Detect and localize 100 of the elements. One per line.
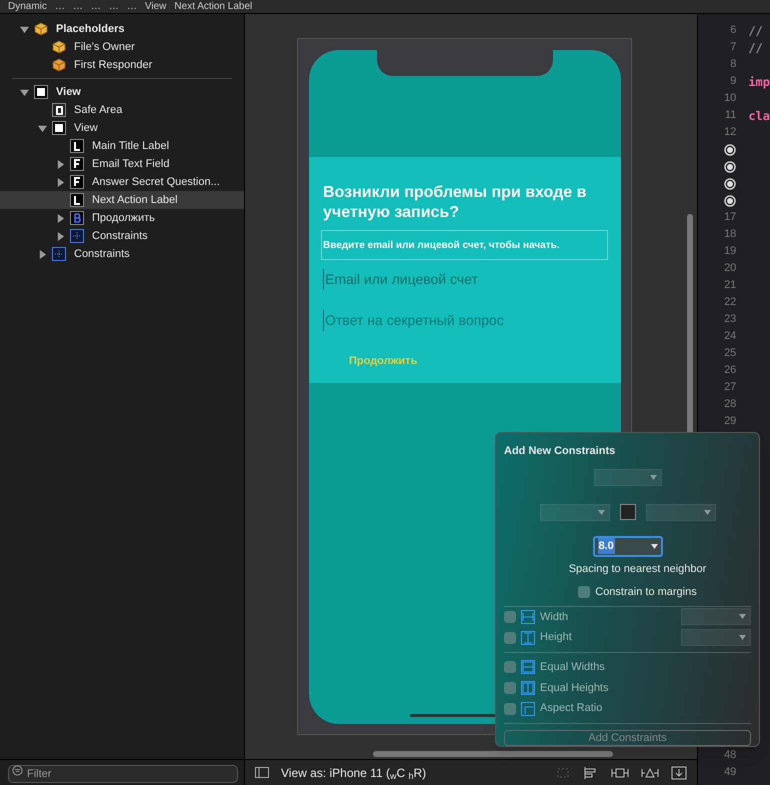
sidebar-toggle-icon[interactable] <box>255 767 269 778</box>
outline-item[interactable]: Next Action Label <box>0 191 244 209</box>
button-element-icon <box>70 211 84 225</box>
line-number: 19 <box>724 244 736 260</box>
disclosure-down-icon[interactable] <box>38 124 46 132</box>
line-number: 18 <box>724 227 736 242</box>
breadcrumb-item[interactable]: View <box>144 0 166 14</box>
code-text: imp <box>748 74 770 90</box>
filter-field[interactable]: Filter <box>8 764 238 782</box>
outline-item[interactable]: View <box>0 119 244 137</box>
add-constraints-icon[interactable] <box>611 766 630 780</box>
checkbox-label: Height <box>540 630 572 646</box>
constraint-type-icon <box>521 702 535 716</box>
outline-item[interactable]: Answer Secret Question... <box>0 173 244 191</box>
cube-icon <box>52 40 66 54</box>
constraints-icon <box>70 229 84 243</box>
disclosure-down-icon[interactable] <box>20 24 28 34</box>
breadcrumb-item[interactable]: … <box>108 0 119 14</box>
checkbox-label: Equal Heights <box>540 680 608 696</box>
connection-dot-icon[interactable] <box>724 178 736 190</box>
checkbox-label: Aspect Ratio <box>540 701 602 716</box>
outline-item[interactable]: View <box>0 83 244 101</box>
checkbox-label: Equal Widths <box>540 660 605 675</box>
outline-item[interactable]: Email Text Field <box>0 155 244 173</box>
line-number: 49 <box>724 765 736 780</box>
checkbox[interactable] <box>578 586 590 598</box>
selected-label: Введите email или лицевой счет, чтобы начать. <box>322 231 607 259</box>
outline-item[interactable]: Продолжить <box>0 209 244 227</box>
outline-item[interactable]: First Responder <box>0 56 244 74</box>
outline-item[interactable]: Constraints <box>0 227 244 245</box>
line-number: 28 <box>724 397 736 412</box>
outline-item[interactable]: Placeholders <box>0 20 244 38</box>
line-number: 11 <box>724 108 736 124</box>
constraint-type-icon <box>521 680 535 695</box>
line-number: 6 <box>730 23 736 38</box>
answer-field[interactable]: Ответ на секретный вопрос <box>323 310 607 331</box>
title-label: Возникли проблемы при входе в учетную запись? <box>323 183 588 223</box>
constraint-center-square <box>620 504 636 520</box>
caret-icon <box>739 614 746 620</box>
caret-icon <box>650 474 656 480</box>
filter-icon <box>12 764 23 776</box>
constraint-type-icon <box>521 630 535 645</box>
cube-icon <box>34 22 48 36</box>
checkbox-label: Constrain to margins <box>595 585 697 600</box>
safe-area-icon <box>52 103 66 117</box>
spacing-field[interactable]: 8.0 <box>592 536 662 556</box>
code-text: // <box>748 40 763 56</box>
breadcrumb-item[interactable]: Dynamic <box>8 0 47 14</box>
checkbox[interactable] <box>504 661 516 674</box>
caret-icon <box>739 635 746 640</box>
connection-dot-icon[interactable] <box>724 194 736 206</box>
line-number: 20 <box>724 261 736 276</box>
connection-dot-icon[interactable] <box>724 144 736 156</box>
breadcrumb-item[interactable]: … <box>54 0 65 14</box>
cube-icon <box>52 58 66 72</box>
element-icon <box>70 157 84 171</box>
disclosure-down-icon[interactable] <box>20 88 28 96</box>
checkbox[interactable] <box>504 610 516 623</box>
outline-item[interactable]: Constraints <box>0 245 244 263</box>
line-number: 9 <box>730 74 736 90</box>
caret-icon <box>650 544 658 548</box>
outline-item[interactable]: Main Title Label <box>0 137 244 155</box>
breadcrumb-item[interactable]: … <box>90 0 101 14</box>
outline-item[interactable]: Safe Area <box>0 101 244 119</box>
constraints-icon <box>52 247 66 261</box>
line-number: 27 <box>724 380 736 396</box>
element-icon <box>70 139 84 153</box>
breadcrumb-item[interactable]: … <box>72 0 83 14</box>
spacing-caption: Spacing to nearest neighbor <box>568 562 706 576</box>
constraint-type-icon <box>521 610 535 624</box>
line-number: 10 <box>724 91 736 106</box>
line-number: 29 <box>724 414 736 430</box>
checkbox-label: Width <box>540 610 568 625</box>
outline-item[interactable]: File's Owner <box>0 38 244 56</box>
constraint-type-icon <box>521 660 535 674</box>
view-icon <box>52 121 66 135</box>
caret-icon <box>704 510 710 514</box>
email-field[interactable]: Email или лицевой счет <box>323 269 607 290</box>
line-number: 7 <box>730 40 736 56</box>
line-number: 48 <box>724 748 736 764</box>
checkbox[interactable] <box>504 702 516 715</box>
breadcrumb-item[interactable]: … <box>126 0 137 14</box>
line-number: 26 <box>724 363 736 378</box>
element-icon <box>70 175 84 189</box>
view-icon <box>34 85 48 99</box>
connection-dot-icon[interactable] <box>724 160 736 172</box>
line-number: 24 <box>724 329 736 344</box>
line-number: 23 <box>724 312 736 328</box>
checkbox[interactable] <box>504 632 516 644</box>
resolve-issues-icon[interactable] <box>641 766 660 780</box>
line-number: 12 <box>724 125 736 140</box>
line-number: 25 <box>724 346 736 362</box>
breadcrumb-item[interactable]: Next Action Label <box>174 0 252 14</box>
popover-title: Add New Constraints <box>504 444 616 459</box>
caret-icon <box>598 510 604 514</box>
line-number: 22 <box>724 295 736 310</box>
code-text: cla <box>748 108 770 124</box>
checkbox[interactable] <box>504 682 516 694</box>
embed-icon[interactable] <box>671 766 688 780</box>
element-icon <box>70 193 84 207</box>
